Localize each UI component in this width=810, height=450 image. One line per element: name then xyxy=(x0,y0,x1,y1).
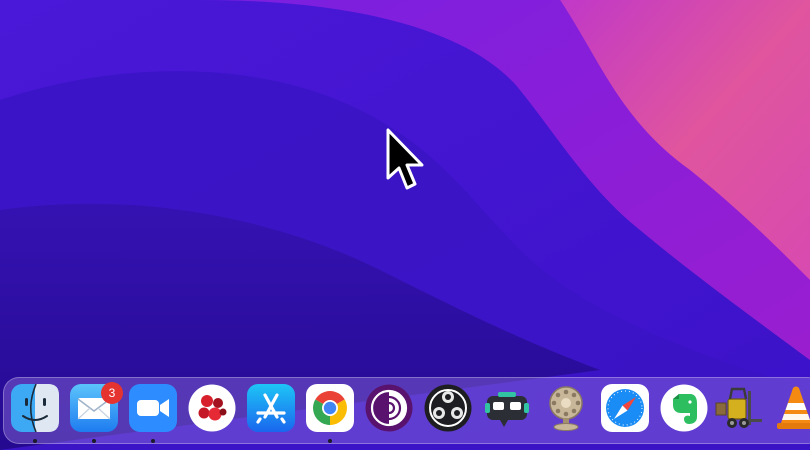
dock-item-safari[interactable] xyxy=(600,383,650,433)
dock-item-streamlabs[interactable] xyxy=(482,383,532,433)
obs-icon xyxy=(424,384,472,432)
dock-item-app-store[interactable] xyxy=(246,383,296,433)
running-indicator xyxy=(328,439,332,443)
finder-icon xyxy=(11,383,59,433)
microphone-icon xyxy=(549,386,583,431)
dock-item-finder[interactable] xyxy=(10,383,60,433)
running-indicator xyxy=(33,439,37,443)
mail-badge: 3 xyxy=(101,382,123,404)
traffic-cone-icon xyxy=(777,386,810,429)
desktop[interactable]: 3 xyxy=(0,0,810,450)
dock-item-forklift[interactable] xyxy=(714,383,764,433)
dock-item-zoom[interactable] xyxy=(128,383,178,433)
dock-item-evernote[interactable] xyxy=(659,383,709,433)
red-circles-icon xyxy=(188,384,236,432)
elephant-icon xyxy=(660,384,708,432)
mouse-pointer-icon xyxy=(386,128,424,190)
dock-item-microphone-app[interactable] xyxy=(541,383,591,433)
dock-item-tor-browser[interactable] xyxy=(364,383,414,433)
app-store-icon xyxy=(247,384,295,432)
dock-item-obs[interactable] xyxy=(423,383,473,433)
video-camera-icon xyxy=(129,384,177,432)
running-indicator xyxy=(151,439,155,443)
dock-item-vlc[interactable] xyxy=(771,383,810,433)
dock-item-scrobbles[interactable] xyxy=(187,383,237,433)
compass-icon xyxy=(601,384,649,432)
streamlabs-icon xyxy=(485,392,529,427)
chrome-icon xyxy=(306,384,354,432)
forklift-icon xyxy=(715,387,762,428)
dock-item-chrome[interactable] xyxy=(305,383,355,433)
running-indicator xyxy=(92,439,96,443)
tor-onion-icon xyxy=(365,384,413,432)
